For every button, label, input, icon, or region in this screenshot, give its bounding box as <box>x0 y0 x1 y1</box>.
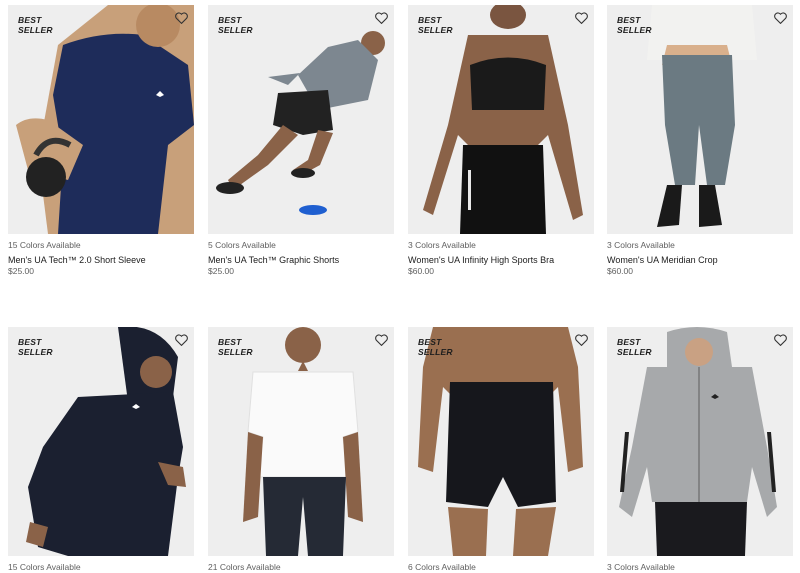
colors-available: 3 Colors Available <box>408 240 476 250</box>
product-photo <box>607 5 793 234</box>
colors-available: 15 Colors Available <box>8 562 81 572</box>
heart-outline-icon[interactable] <box>572 331 590 349</box>
heart-outline-icon[interactable] <box>771 9 789 27</box>
best-seller-badge: BEST SELLER <box>218 15 253 35</box>
colors-available: 3 Colors Available <box>607 240 675 250</box>
heart-outline-icon[interactable] <box>771 331 789 349</box>
product-image[interactable]: BEST SELLER <box>408 327 594 556</box>
product-card[interactable]: BEST SELLER 6 Colors Available <box>408 327 594 573</box>
best-seller-badge: BEST SELLER <box>418 15 453 35</box>
product-card[interactable]: BEST SELLER 3 Colors Available <box>607 327 793 573</box>
product-photo <box>8 5 194 234</box>
best-seller-badge: BEST SELLER <box>617 337 652 357</box>
product-price: $60.00 <box>408 266 434 276</box>
heart-outline-icon[interactable] <box>172 331 190 349</box>
best-seller-badge: BEST SELLER <box>418 337 453 357</box>
product-name[interactable]: Men's UA Tech™ 2.0 Short Sleeve <box>8 255 194 266</box>
product-card[interactable]: BEST SELLER 15 Colors Available <box>8 327 194 573</box>
product-photo <box>8 327 194 556</box>
product-photo <box>208 327 394 556</box>
product-card[interactable]: BEST SELLER 21 Colors Available <box>208 327 394 573</box>
best-seller-badge: BEST SELLER <box>218 337 253 357</box>
product-card[interactable]: BEST SELLER 15 Colors Available Men's UA … <box>8 5 194 277</box>
heart-outline-icon[interactable] <box>572 9 590 27</box>
heart-outline-icon[interactable] <box>372 331 390 349</box>
colors-available: 6 Colors Available <box>408 562 476 572</box>
product-photo <box>607 327 793 556</box>
product-image[interactable]: BEST SELLER <box>8 5 194 234</box>
product-image[interactable]: BEST SELLER <box>607 327 793 556</box>
best-seller-badge: BEST SELLER <box>18 337 53 357</box>
product-price: $25.00 <box>208 266 234 276</box>
product-image[interactable]: BEST SELLER <box>208 327 394 556</box>
heart-outline-icon[interactable] <box>372 9 390 27</box>
product-card[interactable]: BEST SELLER 3 Colors Available Women's UA… <box>408 5 594 277</box>
best-seller-badge: BEST SELLER <box>617 15 652 35</box>
product-name[interactable]: Women's UA Infinity High Sports Bra <box>408 255 594 266</box>
product-photo <box>208 5 394 234</box>
product-image[interactable]: BEST SELLER <box>8 327 194 556</box>
product-price: $25.00 <box>8 266 34 276</box>
product-image[interactable]: BEST SELLER <box>408 5 594 234</box>
product-image[interactable]: BEST SELLER <box>607 5 793 234</box>
product-photo <box>408 5 594 234</box>
product-card[interactable]: BEST SELLER 5 Colors Available Men's UA T… <box>208 5 394 277</box>
product-photo <box>408 327 594 556</box>
product-card[interactable]: BEST SELLER 3 Colors Available Women's UA… <box>607 5 793 277</box>
colors-available: 21 Colors Available <box>208 562 281 572</box>
colors-available: 15 Colors Available <box>8 240 81 250</box>
product-image[interactable]: BEST SELLER <box>208 5 394 234</box>
product-name[interactable]: Men's UA Tech™ Graphic Shorts <box>208 255 394 266</box>
product-name[interactable]: Women's UA Meridian Crop <box>607 255 793 266</box>
best-seller-badge: BEST SELLER <box>18 15 53 35</box>
product-price: $60.00 <box>607 266 633 276</box>
colors-available: 3 Colors Available <box>607 562 675 572</box>
heart-outline-icon[interactable] <box>172 9 190 27</box>
colors-available: 5 Colors Available <box>208 240 276 250</box>
